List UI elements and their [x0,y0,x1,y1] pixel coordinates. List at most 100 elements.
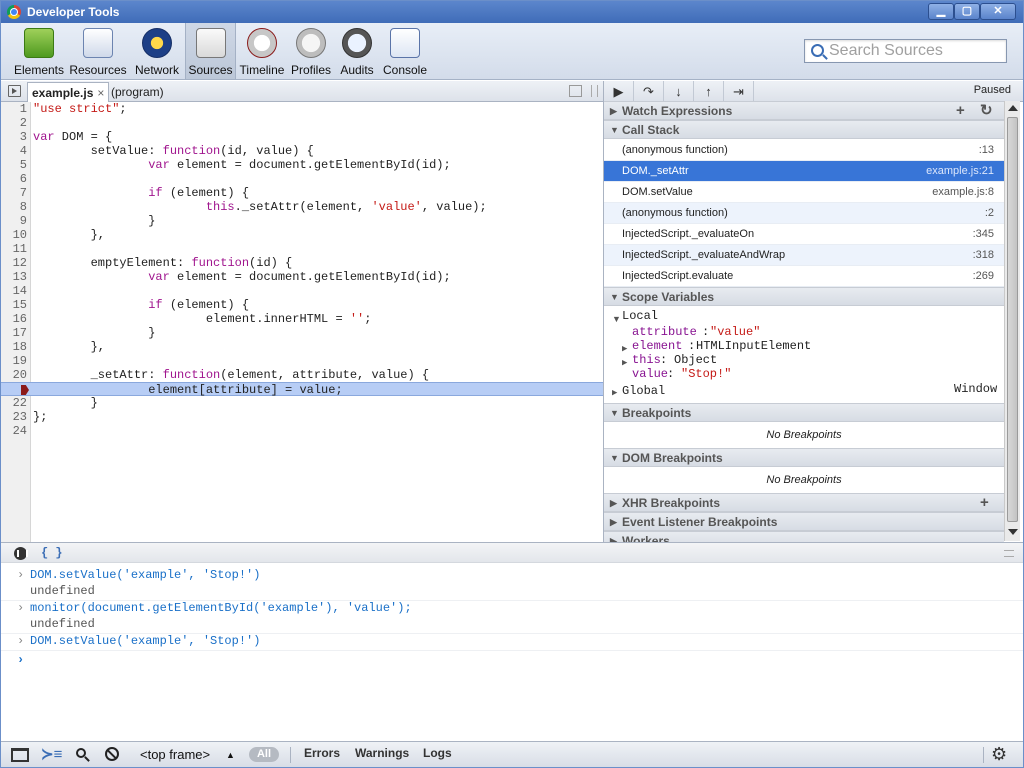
xhr-breakpoints-header[interactable]: ▶ XHR Breakpoints + [604,493,1004,512]
debugger-sidebar-toggle-icon[interactable] [569,85,582,97]
code-line[interactable]: 7 if (element) { [1,186,603,200]
line-number[interactable]: 24 [1,424,27,438]
code-line[interactable]: 10 }, [1,228,603,242]
code-line[interactable]: 11 [1,242,603,256]
call-frame-location[interactable]: example.js:8 [932,182,994,203]
timeline-tab[interactable]: Timeline [239,23,285,79]
console-drawer-icon[interactable]: ≻≡ [41,746,62,763]
sources-tab[interactable]: Sources [185,23,236,79]
scroll-down-icon[interactable] [1008,529,1018,535]
clear-console-icon[interactable] [105,747,119,761]
audits-tab[interactable]: Audits [337,23,377,79]
code-line[interactable]: 24 [1,424,603,438]
call-frame-location[interactable]: :269 [973,266,994,287]
line-number[interactable]: 10 [1,228,27,242]
line-number[interactable]: 16 [1,312,27,326]
code-line[interactable]: 19 [1,354,603,368]
tab-program[interactable]: (program) [107,82,168,102]
drawer-resize-grip[interactable] [1004,550,1014,557]
code-line[interactable]: 5 var element = document.getElementById(… [1,158,603,172]
call-frame[interactable]: (anonymous function):13 [604,140,1004,161]
console-command[interactable]: › monitor(document.getElementById('exampl… [1,600,1023,616]
deactivate-breakpoints-button[interactable]: ⇥ [724,81,754,102]
code-line[interactable]: 3 var DOM = { [1,130,603,144]
call-frame[interactable]: InjectedScript.evaluate:269 [604,266,1004,287]
dock-icon[interactable] [11,748,29,762]
step-into-button[interactable]: ↓ [664,81,694,102]
sidebar-scrollbar[interactable] [1004,101,1020,541]
watch-expressions-header[interactable]: ▶ Watch Expressions + ↻ [604,101,1004,120]
filter-errors-button[interactable]: Errors [304,746,340,760]
code-line[interactable]: 20 _setAttr: function(element, attribute… [1,368,603,382]
code-line[interactable]: 17 } [1,326,603,340]
line-number[interactable]: 11 [1,242,27,256]
search-input[interactable] [829,41,1004,61]
code-line[interactable]: 16 element.innerHTML = ''; [1,312,603,326]
event-listener-breakpoints-header[interactable]: ▶ Event Listener Breakpoints [604,512,1004,531]
step-over-button[interactable]: ↷ [634,81,664,102]
add-watch-icon[interactable]: + [956,102,965,120]
code-line[interactable]: 6 [1,172,603,186]
code-line[interactable]: 12 emptyElement: function(id) { [1,256,603,270]
line-number[interactable]: 5 [1,158,27,172]
call-frame[interactable]: DOM._setAttr example.js:21 [604,161,1004,182]
code-line[interactable]: 2 [1,116,603,130]
line-number[interactable]: 12 [1,256,27,270]
frame-selector[interactable]: <top frame> ▲ [132,745,238,765]
console-command[interactable]: › DOM.setValue('example', 'Stop!') [1,567,1023,583]
line-number[interactable]: 2 [1,116,27,130]
pane-resize-grip[interactable] [591,85,598,97]
scope-var-name[interactable]: element [632,339,682,353]
line-number[interactable]: 20 [1,368,27,382]
resources-tab[interactable]: Resources [69,23,127,79]
close-window-button[interactable]: ✕ [980,3,1016,20]
call-frame[interactable]: InjectedScript._evaluateAndWrap:318 [604,245,1004,266]
pause-on-exceptions-icon[interactable] [14,547,28,560]
call-frame[interactable]: (anonymous function):2 [604,203,1004,224]
line-number[interactable]: 17 [1,326,27,340]
search-icon[interactable] [75,747,95,764]
code-line[interactable]: 13 var element = document.getElementById… [1,270,603,284]
scope-local-label[interactable]: Local [622,309,658,323]
call-frame-location[interactable]: :2 [985,203,994,224]
console-prompt[interactable]: › [1,652,1023,668]
line-number[interactable]: 1 [1,102,27,116]
scope-global-label[interactable]: Global [622,384,665,398]
scope-variables-header[interactable]: ▼ Scope Variables [604,287,1004,306]
call-frame-location[interactable]: example.js:21 [926,161,994,182]
scroll-up-icon[interactable] [1008,105,1018,111]
expand-arrow-icon[interactable]: ▶ [622,356,627,370]
code-line[interactable]: 22 } [1,396,603,410]
console-command[interactable]: › DOM.setValue('example', 'Stop!') [1,633,1023,649]
console-output[interactable]: › DOM.setValue('example', 'Stop!') undefin… [1,563,1023,741]
tab-example-js[interactable]: example.js × [27,82,110,102]
network-tab[interactable]: Network [131,23,183,79]
filter-logs-button[interactable]: Logs [423,746,452,760]
filter-all-button[interactable]: All [249,747,279,762]
workers-header[interactable]: ▶ Workers [604,531,1004,542]
code-area[interactable]: 1 "use strict"; 2 3 var DOM = {4 setValue: f… [1,102,603,542]
step-out-button[interactable]: ↑ [694,81,724,102]
line-number[interactable]: 22 [1,396,27,410]
profiles-tab[interactable]: Profiles [289,23,333,79]
close-tab-icon[interactable]: × [97,86,104,100]
expand-arrow-icon[interactable]: ▶ [622,342,627,356]
search-sources-box[interactable] [804,39,1007,63]
code-line[interactable]: 14 [1,284,603,298]
filter-warnings-button[interactable]: Warnings [355,746,409,760]
line-number[interactable]: 15 [1,298,27,312]
code-line[interactable]: 18 }, [1,340,603,354]
elements-tab[interactable]: Elements [11,23,67,79]
pretty-print-icon[interactable]: { } [41,546,63,560]
line-number[interactable]: 13 [1,270,27,284]
code-line[interactable]: 23}; [1,410,603,424]
scrollbar-thumb[interactable] [1007,117,1018,522]
console-tab[interactable]: Console [381,23,429,79]
refresh-watch-icon[interactable]: ↻ [980,102,993,120]
call-frame-location[interactable]: :345 [973,224,994,245]
line-number[interactable]: 6 [1,172,27,186]
line-number[interactable]: 4 [1,144,27,158]
line-number[interactable]: 14 [1,284,27,298]
code-line[interactable]: 8 this._setAttr(element, 'value', value)… [1,200,603,214]
line-number[interactable]: 7 [1,186,27,200]
